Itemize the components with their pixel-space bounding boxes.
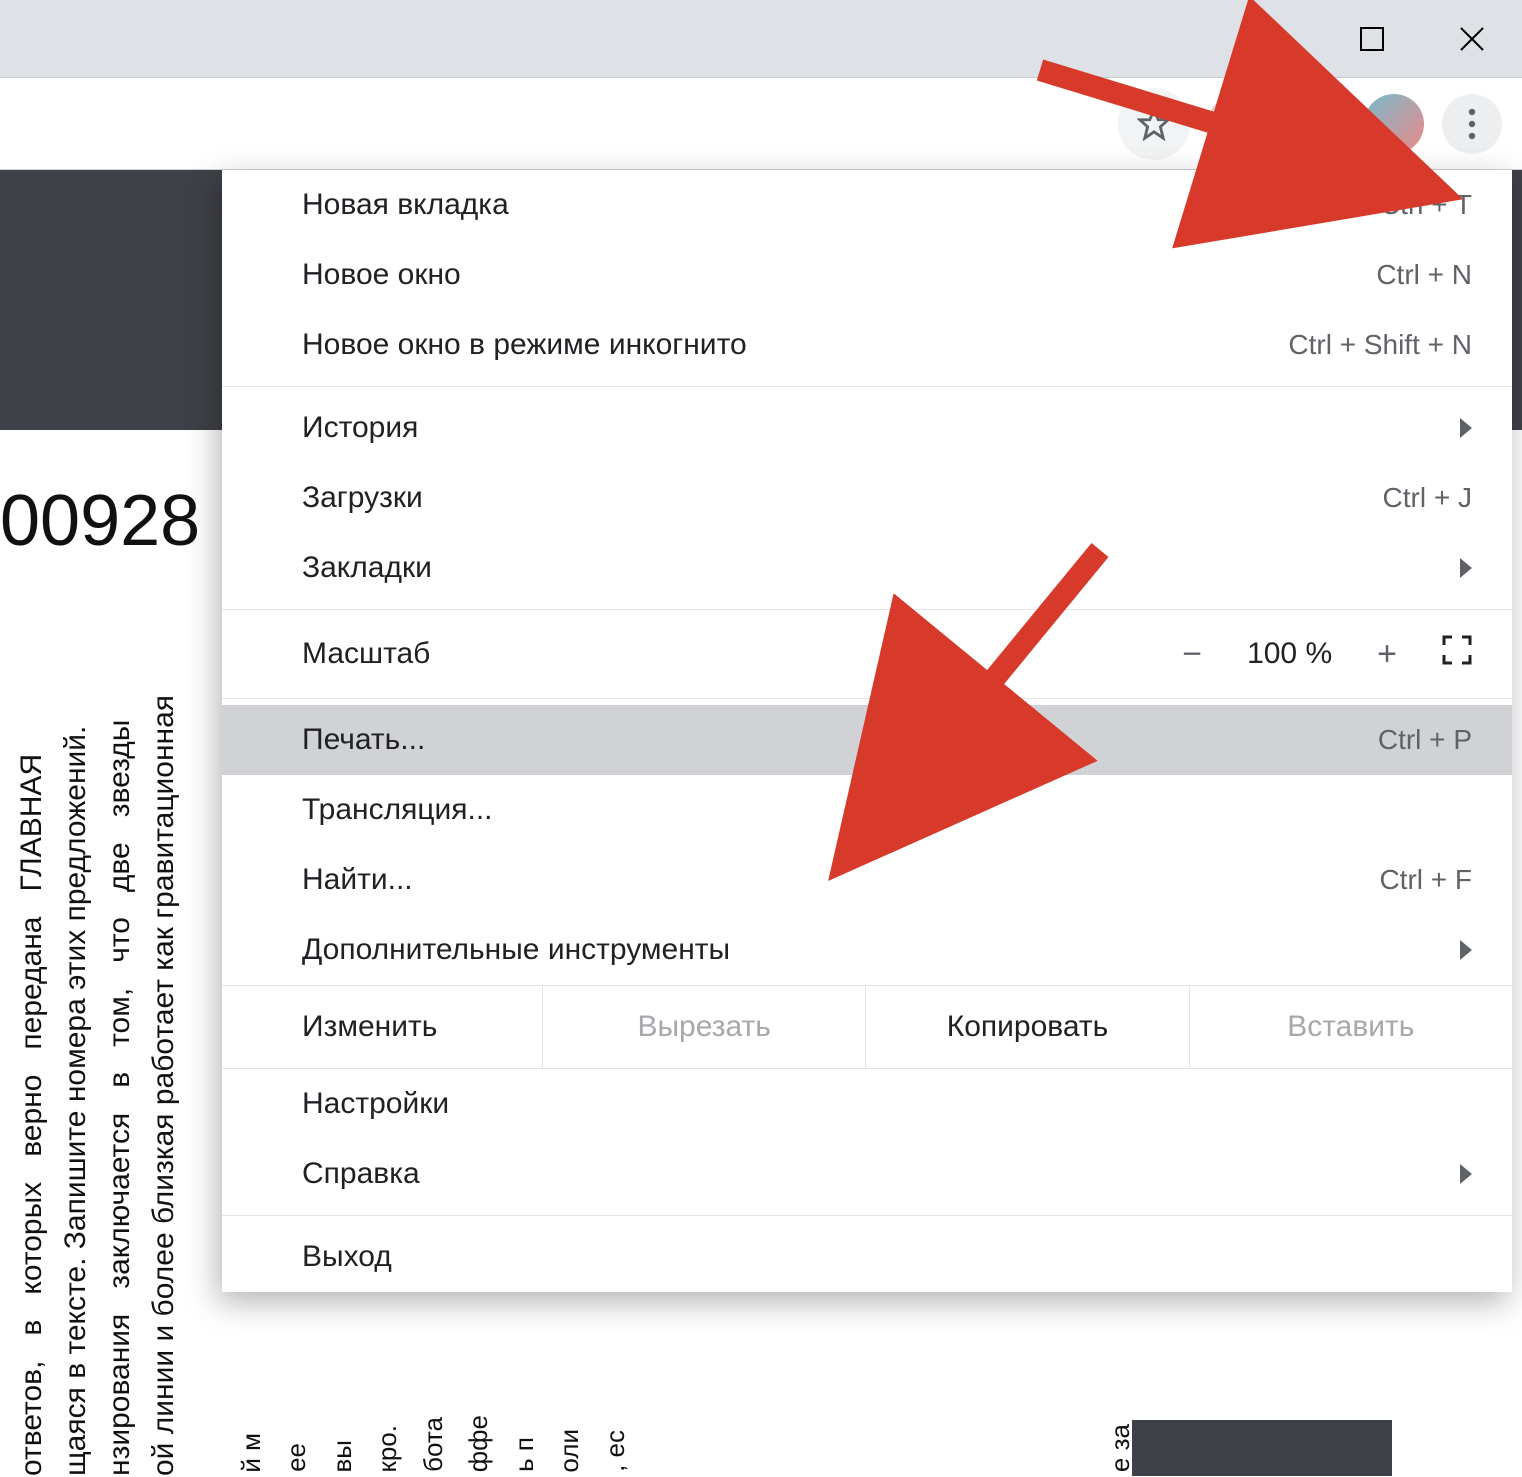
menu-edit-label: Изменить xyxy=(222,986,542,1068)
copy-button[interactable]: Копировать xyxy=(865,986,1188,1068)
toolbar-right xyxy=(1118,88,1502,160)
menu-item-label: Найти... xyxy=(302,863,413,897)
chevron-right-icon xyxy=(1460,418,1472,438)
extensions-puzzle-icon[interactable] xyxy=(1286,94,1346,154)
menu-item-label: Закладки xyxy=(302,551,432,585)
menu-item-настройки[interactable]: Настройки xyxy=(222,1069,1512,1139)
menu-zoom-label: Масштаб xyxy=(302,637,1182,671)
menu-item-label: Загрузки xyxy=(302,481,423,515)
maximize-button[interactable] xyxy=(1322,0,1422,78)
menu-item-выход[interactable]: Выход xyxy=(222,1222,1512,1292)
menu-item-label: Новое окно в режиме инкогнито xyxy=(302,328,747,362)
browser-main-menu: Новая вкладкаCtrl + TНовое окноCtrl + NН… xyxy=(222,170,1512,1292)
close-button[interactable] xyxy=(1422,0,1522,78)
menu-item-shortcut: Ctrl + J xyxy=(1383,482,1472,514)
menu-separator xyxy=(222,609,1512,610)
menu-item-label: Справка xyxy=(302,1157,420,1191)
menu-item-новое-окно-в-режиме-инкогнито[interactable]: Новое окно в режиме инкогнито Ctrl + Shif… xyxy=(222,310,1512,380)
menu-item-дополнительные-инструменты[interactable]: Дополнительные инструменты xyxy=(222,915,1512,985)
browser-toolbar xyxy=(0,78,1522,170)
chevron-right-icon xyxy=(1460,940,1472,960)
more-menu-button[interactable] xyxy=(1442,94,1502,154)
menu-item-новая-вкладка[interactable]: Новая вкладка Ctrl + T xyxy=(222,170,1512,240)
paste-button[interactable]: Вставить xyxy=(1189,986,1512,1068)
menu-item-label: Настройки xyxy=(302,1087,449,1121)
menu-item-найти[interactable]: Найти... Ctrl + F xyxy=(222,845,1512,915)
menu-item-label: Новая вкладка xyxy=(302,188,509,222)
menu-item-label: Трансляция... xyxy=(302,793,493,827)
menu-item-label: История xyxy=(302,411,418,445)
window-titlebar xyxy=(0,0,1522,78)
menu-item-label: Новое окно xyxy=(302,258,461,292)
page-body-text: ответов, в которых верно передана ГЛАВНА… xyxy=(10,626,186,1476)
menu-item-печать[interactable]: Печать... Ctrl + P xyxy=(222,705,1512,775)
menu-item-загрузки[interactable]: Загрузки Ctrl + J xyxy=(222,463,1512,533)
zoom-in-button[interactable]: + xyxy=(1377,635,1397,674)
menu-item-справка[interactable]: Справка xyxy=(222,1139,1512,1209)
cut-button[interactable]: Вырезать xyxy=(542,986,865,1068)
minimize-button[interactable] xyxy=(1222,0,1322,78)
chevron-right-icon xyxy=(1460,1164,1472,1184)
menu-item-shortcut: Ctrl + T xyxy=(1380,189,1472,221)
extension-icon[interactable] xyxy=(1208,94,1268,154)
star-icon[interactable] xyxy=(1118,88,1190,160)
menu-item-история[interactable]: История xyxy=(222,393,1512,463)
fullscreen-icon[interactable] xyxy=(1442,635,1472,674)
window-controls xyxy=(1222,0,1522,78)
page-heading-number: 00928 xyxy=(0,480,200,562)
menu-item-трансляция[interactable]: Трансляция... xyxy=(222,775,1512,845)
menu-item-label: Печать... xyxy=(302,723,425,757)
menu-item-закладки[interactable]: Закладки xyxy=(222,533,1512,603)
menu-item-shortcut: Ctrl + N xyxy=(1376,259,1472,291)
menu-separator xyxy=(222,386,1512,387)
menu-item-shortcut: Ctrl + Shift + N xyxy=(1288,329,1472,361)
menu-separator xyxy=(222,1215,1512,1216)
menu-item-shortcut: Ctrl + F xyxy=(1379,864,1472,896)
profile-avatar-icon[interactable] xyxy=(1364,94,1424,154)
chevron-right-icon xyxy=(1460,558,1472,578)
page-dark-block xyxy=(1132,1420,1392,1476)
menu-item-label: Выход xyxy=(302,1240,392,1274)
menu-zoom-row: Масштаб− 100 % + xyxy=(222,616,1512,692)
zoom-value: 100 % xyxy=(1247,637,1332,671)
zoom-out-button[interactable]: − xyxy=(1182,635,1202,674)
menu-separator xyxy=(222,698,1512,699)
menu-item-shortcut: Ctrl + P xyxy=(1378,724,1472,756)
menu-item-новое-окно[interactable]: Новое окно Ctrl + N xyxy=(222,240,1512,310)
menu-item-label: Дополнительные инструменты xyxy=(302,933,730,967)
menu-edit-row: ИзменитьВырезатьКопироватьВставить xyxy=(222,985,1512,1069)
